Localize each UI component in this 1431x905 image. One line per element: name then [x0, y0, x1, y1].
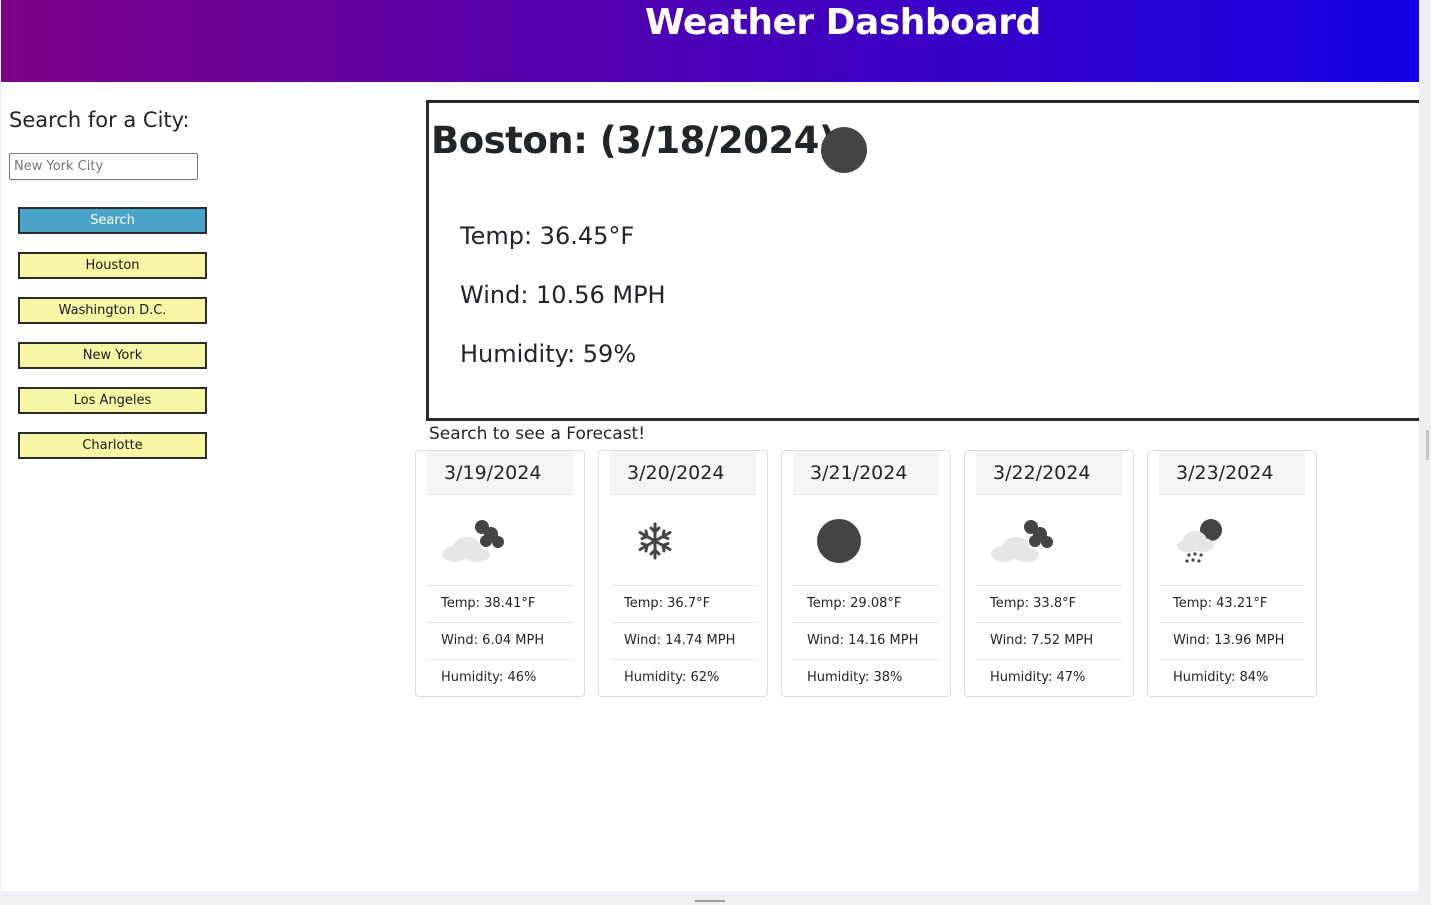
forecast-wind: Wind: 13.96 MPH	[1159, 622, 1305, 659]
forecast-card: 3/21/2024 Temp: 29.08°F Wind: 14.16 MPH …	[781, 450, 951, 697]
forecast-temp: Temp: 38.41°F	[427, 585, 573, 622]
history-button-washington-dc[interactable]: Washington D.C.	[18, 297, 207, 324]
page: Weather Dashboard Search for a City: Sea…	[1, 0, 1419, 891]
forecast-wind: Wind: 14.16 MPH	[793, 622, 939, 659]
header-banner: Weather Dashboard	[1, 0, 1419, 82]
resize-handle[interactable]	[695, 900, 725, 902]
current-humidity: Humidity: 59%	[460, 340, 637, 368]
forecast-date: 3/21/2024	[793, 451, 939, 495]
forecast-wind: Wind: 14.74 MPH	[610, 622, 756, 659]
history-button-houston[interactable]: Houston	[18, 252, 207, 279]
forecast-humidity: Humidity: 47%	[976, 659, 1122, 696]
forecast-card: 3/20/2024 Temp: 36.7°F Wind: 14.74 MPH H…	[598, 450, 768, 697]
city-search-input[interactable]	[9, 153, 198, 180]
forecast-card: 3/23/2024 Temp: 43.21°F Wind: 13.96 MPH …	[1147, 450, 1317, 697]
page-title: Weather Dashboard	[645, 2, 1041, 43]
forecast-wind: Wind: 7.52 MPH	[976, 622, 1122, 659]
vertical-scrollbar-thumb[interactable]	[1426, 430, 1429, 460]
forecast-heading: Search to see a Forecast!	[429, 424, 646, 444]
forecast-humidity: Humidity: 84%	[1159, 659, 1305, 696]
forecast-humidity: Humidity: 62%	[610, 659, 756, 696]
forecast-temp: Temp: 29.08°F	[793, 585, 939, 622]
clear-night-icon	[821, 127, 867, 173]
cloudy-night-icon	[991, 520, 1053, 562]
forecast-wind: Wind: 6.04 MPH	[427, 622, 573, 659]
clear-night-icon	[817, 519, 861, 563]
snowflake-icon	[638, 522, 672, 560]
history-button-new-york[interactable]: New York	[18, 342, 207, 369]
forecast-date: 3/22/2024	[976, 451, 1122, 495]
current-weather-panel: Boston: (3/18/2024) Temp: 36.45°F Wind: …	[426, 100, 1419, 421]
forecast-humidity: Humidity: 46%	[427, 659, 573, 696]
forecast-date: 3/20/2024	[610, 451, 756, 495]
forecast-humidity: Humidity: 38%	[793, 659, 939, 696]
cloudy-night-icon	[442, 520, 504, 562]
current-wind: Wind: 10.56 MPH	[460, 281, 666, 309]
forecast-temp: Temp: 36.7°F	[610, 585, 756, 622]
current-temp: Temp: 36.45°F	[460, 222, 635, 250]
forecast-date: 3/19/2024	[427, 451, 573, 495]
rain-night-icon	[1177, 519, 1222, 563]
history-button-charlotte[interactable]: Charlotte	[18, 432, 207, 459]
history-button-los-angeles[interactable]: Los Angeles	[18, 387, 207, 414]
forecast-temp: Temp: 43.21°F	[1159, 585, 1305, 622]
forecast-card: 3/22/2024 Temp: 33.8°F Wind: 7.52 MPH Hu…	[964, 450, 1134, 697]
current-city-date: Boston: (3/18/2024)	[431, 119, 836, 162]
forecast-temp: Temp: 33.8°F	[976, 585, 1122, 622]
search-heading: Search for a City:	[9, 108, 190, 132]
forecast-card: 3/19/2024 Temp: 38.41°F Wind: 6.04 MPH H…	[415, 450, 585, 697]
search-button[interactable]: Search	[18, 207, 207, 234]
forecast-date: 3/23/2024	[1159, 451, 1305, 495]
